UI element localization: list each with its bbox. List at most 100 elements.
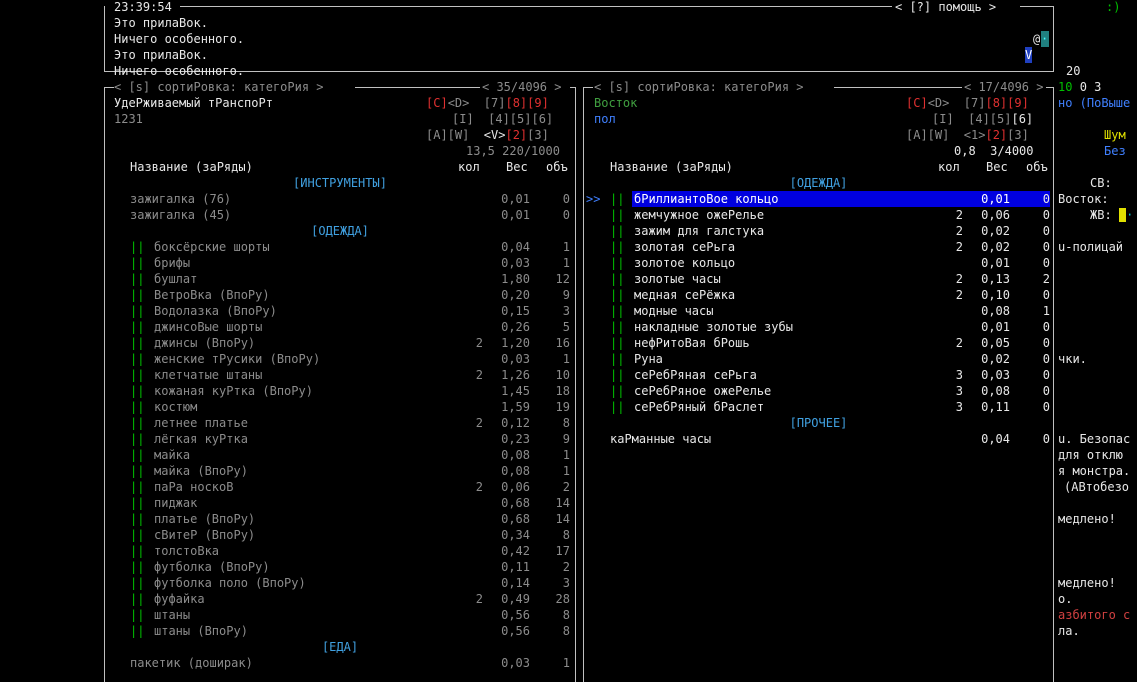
left-pane-border-right [575,87,576,682]
log-border-top-right [1020,6,1054,7]
item-row[interactable]: || золотые часы 2 0,13 2 [585,271,1052,287]
item-volume: 0 [1042,240,1050,254]
item-row[interactable]: || футболка поло (ВпоРу) 0,14 3 [106,575,574,591]
left-direction-keys-3[interactable]: [A][W] <V>[2][3] [426,127,549,143]
right-direction-keys-2[interactable]: [I] [4][5][6] [932,111,1033,127]
worn-marker-icon: || [610,304,625,318]
left-col-weight[interactable]: Вес [506,159,528,175]
item-row[interactable]: || золотая сеРьга 2 0,02 0 [585,239,1052,255]
strip-line: ЖВ: · [1090,208,1134,222]
item-row[interactable]: || брифы 0,03 1 [106,255,574,271]
item-name: бРиллиантоВое кольцо [634,191,779,207]
item-row[interactable]: || джинсы (ВпоРу) 2 1,20 16 [106,335,574,351]
item-qty: 3 [955,400,963,414]
item-row[interactable]: || лёгкая куРтка 0,23 9 [106,431,574,447]
item-weight: 0,02 [981,240,1010,254]
item-row[interactable]: || модные часы 0,08 1 [585,303,1052,319]
strip-line: о. [1058,592,1073,606]
item-row[interactable]: || кожаная куРтка (ВпоРу) 1,45 18 [106,383,574,399]
left-sort-button[interactable]: < [s] сортиРовка: категоРия > [114,79,324,95]
item-name: футболка поло (ВпоРу) [154,576,306,590]
item-row[interactable]: || штаны (ВпоРу) 0,56 8 [106,623,574,639]
worn-marker-icon: || [130,256,145,270]
item-row[interactable]: || сеРебРяный бРаслет 3 0,11 0 [585,399,1052,415]
left-col-volume[interactable]: объ [546,159,568,175]
item-row[interactable]: || золотое кольцо 0,01 0 [585,255,1052,271]
item-row[interactable]: || нефРитоВая бРошь 2 0,05 0 [585,335,1052,351]
item-weight: 0,11 [981,400,1010,414]
item-name: медная сеРёжка [634,288,736,302]
right-col-weight[interactable]: Вес [986,159,1008,175]
item-row[interactable]: || Руна 0,02 0 [585,351,1052,367]
item-row[interactable]: || футболка (ВпоРу) 0,11 2 [106,559,574,575]
item-volume: 0 [1042,192,1050,206]
item-weight: 0,42 [501,544,530,558]
worn-marker-icon: || [130,416,145,430]
item-row[interactable]: || костюм 1,59 19 [106,399,574,415]
strip-line: u-полицай [1058,240,1124,254]
item-name: джинсоВые шорты [154,320,263,334]
worn-marker-icon: || [130,592,145,606]
item-row[interactable]: || штаны 0,56 8 [106,607,574,623]
item-row[interactable]: || ВетроВка (ВпоРу) 0,20 9 [106,287,574,303]
item-row[interactable]: зажигалка (45) 0,01 0 [106,207,574,223]
worn-marker-icon: || [610,400,625,414]
item-row[interactable]: || сеРебРяная сеРьга 3 0,03 0 [585,367,1052,383]
item-qty: 2 [955,208,963,222]
right-col-qty[interactable]: кол [938,159,960,175]
item-row[interactable]: каРманные часы 0,04 0 [585,431,1052,447]
worn-marker-icon: || [610,320,625,334]
item-row[interactable]: || фуфайка 2 0,49 28 [106,591,574,607]
left-col-qty[interactable]: кол [458,159,480,175]
item-row[interactable]: || паРа носкоВ 2 0,06 2 [106,479,574,495]
item-row[interactable]: || сВитеР (ВпоРу) 0,34 8 [106,527,574,543]
worn-marker-icon: || [130,432,145,446]
item-row[interactable]: || зажим для галстука 2 0,02 0 [585,223,1052,239]
left-col-name[interactable]: Название (заРяды) [130,159,253,175]
worn-marker-icon: || [610,336,625,350]
item-name: клетчатые штаны [154,368,263,382]
right-pane-border-top [1046,87,1054,88]
item-row[interactable]: пакетик (доширак) 0,03 1 [106,655,574,671]
item-row[interactable]: || женские тРусики (ВпоРу) 0,03 1 [106,351,574,367]
item-row[interactable]: || Водолазка (ВпоРу) 0,15 3 [106,303,574,319]
item-row[interactable]: || пиджак 0,68 14 [106,495,574,511]
item-name: штаны [154,608,191,622]
item-row[interactable]: зажигалка (76) 0,01 0 [106,191,574,207]
item-name: брифы [154,256,191,270]
item-row[interactable]: >> || бРиллиантоВое кольцо 0,01 0 [585,191,1052,207]
right-sort-button[interactable]: < [s] сортиРовка: категоРия > [594,79,804,95]
item-row[interactable]: || жемчужное ожеРелье 2 0,06 0 [585,207,1052,223]
item-row[interactable]: || боксёрские шорты 0,04 1 [106,239,574,255]
right-direction-keys[interactable]: [C]<D> [7][8][9] [906,95,1029,111]
category-header: [ОДЕЖДА] [311,224,369,238]
item-row[interactable]: || толстоВка 0,42 17 [106,543,574,559]
right-col-name[interactable]: Название (заРяды) [610,159,733,175]
item-row[interactable]: || бушлат 1,80 12 [106,271,574,287]
worn-marker-icon: || [130,448,145,462]
item-row[interactable]: || клетчатые штаны 2 1,26 10 [106,367,574,383]
item-qty: 2 [475,368,483,382]
item-qty: 2 [955,288,963,302]
item-name: золотое кольцо [634,256,736,270]
item-volume: 1 [562,240,570,254]
item-name: костюм [154,400,198,414]
right-direction-keys-3[interactable]: [A][W] <1>[2][3] [906,127,1029,143]
left-direction-keys[interactable]: [C]<D> [7][8][9] [426,95,549,111]
item-row[interactable]: || летнее платье 2 0,12 8 [106,415,574,431]
left-direction-keys-2[interactable]: [I] [4][5][6] [452,111,553,127]
right-col-volume[interactable]: объ [1026,159,1048,175]
item-weight: 0,26 [501,320,530,334]
item-row[interactable]: || платье (ВпоРу) 0,68 14 [106,511,574,527]
item-row[interactable]: || джинсоВые шорты 0,26 5 [106,319,574,335]
item-row[interactable]: || майка (ВпоРу) 0,08 1 [106,463,574,479]
right-pane-border-left [583,87,584,682]
item-row[interactable]: || медная сеРёжка 2 0,10 0 [585,287,1052,303]
help-button[interactable]: < [?] помощь > [895,0,996,15]
item-name: майка (ВпоРу) [154,464,248,478]
strip-line: медлено! [1058,512,1116,526]
item-row[interactable]: || майка 0,08 1 [106,447,574,463]
worn-marker-icon: || [610,240,625,254]
item-row[interactable]: || сеРебРяное ожеРелье 3 0,08 0 [585,383,1052,399]
item-row[interactable]: || накладные золотые зубы 0,01 0 [585,319,1052,335]
